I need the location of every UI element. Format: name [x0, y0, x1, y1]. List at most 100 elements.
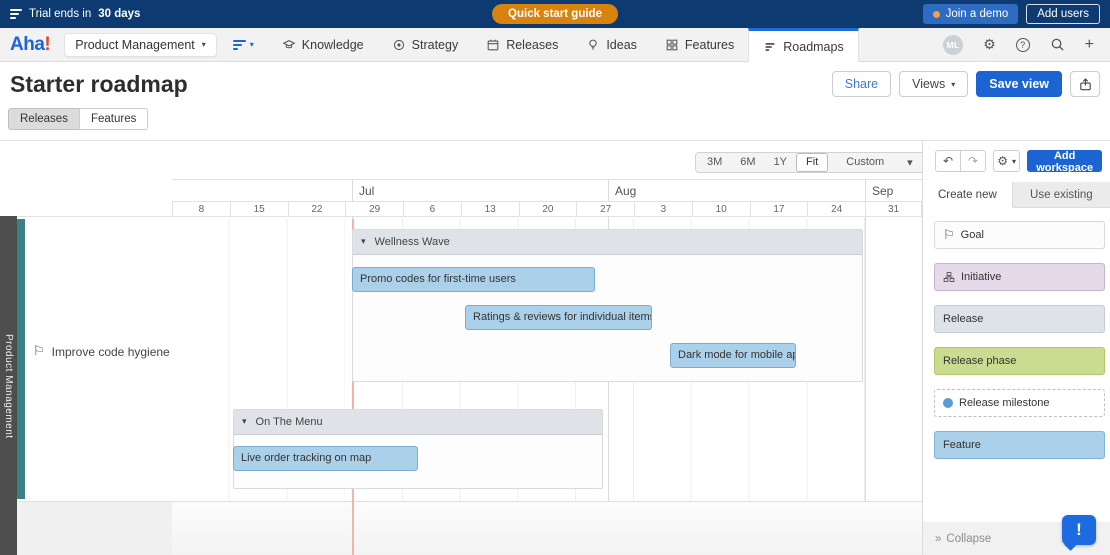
hierarchy-icon [943, 271, 955, 283]
builder-panel: ↶ ↷ ⚙ ▾ Add workspace Create new Use exi… [922, 141, 1110, 555]
view-toggle: Releases Features [0, 106, 1110, 140]
aha-logo[interactable]: Aha! [10, 28, 50, 61]
tab-use-existing[interactable]: Use existing [1013, 182, 1110, 207]
nav-item-ideas[interactable]: Ideas [572, 28, 651, 61]
record-palette: ⚐ Goal Initiative Release Release phase … [923, 208, 1110, 459]
search-icon[interactable] [1050, 37, 1065, 52]
week-tick: 27 [576, 202, 634, 216]
goal-row-label[interactable]: ⚐ Improve code hygiene [33, 344, 170, 359]
week-tick: 29 [345, 202, 403, 216]
feature-bar-ratings-reviews[interactable]: Ratings & reviews for individual items [465, 305, 652, 330]
feature-bar-live-order-tracking[interactable]: Live order tracking on map [233, 446, 418, 471]
month-separator [352, 180, 353, 202]
workspace-strip-label: Product Management [3, 334, 14, 439]
grid-icon [665, 38, 679, 52]
palette-card-goal[interactable]: ⚐ Goal [934, 221, 1105, 249]
views-dropdown[interactable]: Views ▾ [899, 71, 968, 97]
nav-item-features[interactable]: Features [651, 28, 748, 61]
week-tick: 20 [519, 202, 577, 216]
workspace-selector-label: Product Management [75, 38, 195, 52]
nav-label: Features [685, 38, 734, 52]
card-label: Initiative [961, 271, 1001, 283]
redo-icon: ↷ [968, 154, 978, 168]
page-title: Starter roadmap [10, 71, 188, 98]
zoom-1y[interactable]: 1Y [765, 154, 796, 171]
chevron-down-icon: ▾ [250, 40, 254, 49]
palette-card-release-milestone[interactable]: Release milestone [934, 389, 1105, 417]
trial-banner: Trial ends in 30 days [10, 8, 140, 20]
release-bar-on-the-menu[interactable]: ▾ On The Menu [234, 410, 602, 435]
undo-button[interactable]: ↶ [935, 150, 961, 172]
quick-start-guide-button[interactable]: Quick start guide [492, 4, 618, 24]
nav-item-knowledge[interactable]: Knowledge [268, 28, 378, 61]
release-bar-wellness-wave[interactable]: ▾ Wellness Wave [353, 230, 862, 255]
collapse-caret-icon[interactable]: ▾ [242, 417, 247, 427]
zoom-segmented-control: 3M 6M 1Y Fit Custom▾ [695, 152, 934, 173]
nav-item-roadmaps-active[interactable]: Roadmaps [748, 28, 858, 62]
nav-item-releases[interactable]: Releases [472, 28, 572, 61]
page-header: Starter roadmap Share Views ▾ Save view [0, 62, 1110, 106]
card-label: Release [943, 313, 983, 325]
views-label: Views [912, 77, 945, 91]
export-button[interactable] [1070, 71, 1100, 97]
workspace-strip[interactable]: Product Management [0, 216, 17, 555]
settings-gear-icon[interactable]: ⚙ [983, 37, 996, 53]
collapse-label: Collapse [946, 533, 991, 545]
support-chat-button[interactable]: ! [1062, 515, 1096, 545]
gear-icon: ⚙ [997, 154, 1008, 168]
add-workspace-button[interactable]: Add workspace [1027, 150, 1102, 172]
chevron-down-icon: ▾ [1012, 157, 1016, 166]
palette-card-release[interactable]: Release [934, 305, 1105, 333]
roadmap-bars-icon [763, 40, 777, 54]
lightbulb-icon [586, 38, 600, 52]
week-tick: 15 [230, 202, 288, 216]
zoom-fit-active[interactable]: Fit [796, 153, 828, 172]
panel-settings-dropdown[interactable]: ⚙ ▾ [993, 150, 1020, 172]
target-icon [392, 38, 406, 52]
calendar-icon [486, 38, 500, 52]
nav-label: Ideas [606, 38, 637, 52]
week-tick: 6 [403, 202, 461, 216]
user-avatar[interactable]: ML [943, 35, 963, 55]
palette-card-feature[interactable]: Feature [934, 431, 1105, 459]
palette-card-initiative[interactable]: Initiative [934, 263, 1105, 291]
panel-tabs: Create new Use existing [923, 182, 1110, 208]
add-icon[interactable]: + [1085, 37, 1094, 53]
feature-bar-promo-codes[interactable]: Promo codes for first-time users [352, 267, 595, 292]
tab-create-new[interactable]: Create new [923, 182, 1013, 208]
week-tick: 13 [461, 202, 519, 216]
share-button[interactable]: Share [832, 71, 891, 97]
toggle-features[interactable]: Features [79, 108, 148, 130]
help-icon[interactable]: ? [1016, 38, 1030, 52]
redo-button[interactable]: ↷ [960, 150, 986, 172]
palette-card-release-phase[interactable]: Release phase [934, 347, 1105, 375]
zoom-6m[interactable]: 6M [731, 154, 764, 171]
save-view-button[interactable]: Save view [976, 71, 1062, 97]
week-tick: 3 [634, 202, 692, 216]
add-users-button[interactable]: Add users [1026, 4, 1100, 24]
month-label: Jul [359, 184, 374, 198]
chevron-down-icon: ▾ [202, 40, 206, 49]
empty-row-chart-cell [172, 502, 922, 555]
workspace-lines-menu[interactable]: ▾ [233, 28, 254, 61]
zoom-custom[interactable]: Custom▾ [828, 154, 930, 171]
join-demo-button[interactable]: Join a demo [923, 4, 1019, 24]
month-label: Aug [615, 184, 636, 198]
week-tick: 31 [865, 202, 922, 216]
collapse-caret-icon[interactable]: ▾ [361, 237, 366, 247]
main-nav: Aha! Product Management ▾ ▾ Knowledge St… [0, 28, 1110, 62]
timeline-months-header: Jul Aug Sep [172, 179, 922, 201]
nav-label: Releases [506, 38, 558, 52]
card-label: Goal [961, 229, 984, 241]
timeline-week-ticks: 8 15 22 29 6 13 20 27 3 10 17 24 31 [172, 201, 922, 216]
roadmap-bars-icon [10, 9, 22, 19]
workspace-selector[interactable]: Product Management ▾ [64, 33, 217, 57]
milestone-dot-icon [943, 398, 953, 408]
nav-item-strategy[interactable]: Strategy [378, 28, 473, 61]
zoom-3m[interactable]: 3M [698, 154, 731, 171]
trial-text: Trial ends in [29, 8, 91, 20]
undo-icon: ↶ [943, 154, 953, 168]
toggle-releases[interactable]: Releases [8, 108, 80, 130]
flag-icon: ⚐ [33, 344, 45, 359]
feature-bar-dark-mode[interactable]: Dark mode for mobile app [670, 343, 796, 368]
